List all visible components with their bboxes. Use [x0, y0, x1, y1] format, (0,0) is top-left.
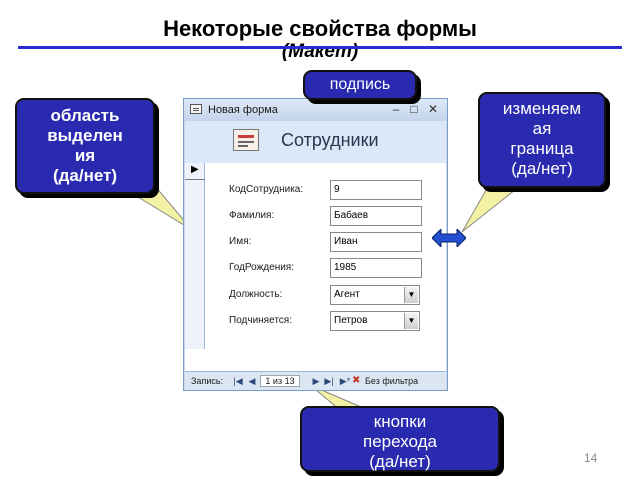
field-name-input[interactable]: Иван — [330, 232, 422, 252]
last-record-button[interactable]: ▶| — [324, 372, 334, 390]
callout-line: (да/нет) — [369, 452, 431, 471]
record-selector[interactable]: ▶ — [185, 163, 205, 349]
callout-resizable-border: изменяем ая граница (да/нет) — [478, 92, 606, 188]
first-record-button[interactable]: |◀ — [233, 372, 243, 390]
dropdown-arrow-icon[interactable]: ▼ — [404, 313, 418, 329]
callout-line: изменяем — [502, 99, 582, 118]
selector-divider — [185, 179, 205, 180]
resize-double-arrow-icon — [432, 229, 466, 247]
record-counter-input[interactable]: 1 из 13 — [260, 375, 300, 387]
form-caption: Сотрудники — [281, 130, 379, 150]
window-title: Новая форма — [208, 104, 278, 116]
field-birthyear-input[interactable]: 1985 — [330, 258, 422, 278]
callout-selection-area: область выделен ия (да/нет) — [15, 98, 155, 194]
callout-line: выделен — [47, 126, 123, 145]
field-label: ГодРождения: — [229, 262, 294, 273]
field-label: Фамилия: — [229, 210, 275, 221]
field-label: Имя: — [229, 236, 252, 247]
field-surname-input[interactable]: Бабаев — [330, 206, 422, 226]
filter-icon: ✖ — [352, 375, 361, 386]
page-number: 14 — [584, 451, 598, 465]
callout-line: граница — [510, 139, 574, 158]
prev-record-button[interactable]: ◀ — [247, 372, 257, 390]
next-record-button[interactable]: ▶ — [311, 372, 321, 390]
filter-toggle-button[interactable]: Без фильтра — [365, 372, 418, 390]
combo-value: Агент — [334, 289, 360, 300]
minimize-icon[interactable]: – — [389, 102, 403, 116]
callout-line: кнопки — [373, 412, 427, 431]
field-label: Должность: — [229, 289, 283, 300]
callout-line: подпись — [329, 76, 391, 93]
record-pointer-icon: ▶ — [191, 164, 199, 175]
callout-line: (да/нет) — [511, 159, 573, 178]
new-record-button[interactable]: ▶* — [338, 372, 352, 390]
record-navigation-bar: Запись: |◀ ◀ 1 из 13 ▶ ▶| ▶* ✖ Без фильт… — [185, 371, 446, 390]
callout-line: область — [50, 106, 120, 125]
callout-nav-buttons: кнопки перехода (да/нет) — [300, 406, 500, 472]
maximize-icon[interactable]: □ — [407, 102, 421, 116]
combo-value: Петров — [334, 315, 368, 326]
callout-caption: подпись — [303, 70, 417, 100]
form-icon — [190, 104, 202, 114]
callout-line: перехода — [363, 432, 437, 451]
callout-line: ая — [532, 119, 552, 138]
field-position-combo[interactable]: Агент ▼ — [330, 285, 420, 305]
form-header-icon — [233, 129, 259, 151]
field-label: Подчиняется: — [229, 315, 292, 326]
callout-line: (да/нет) — [52, 166, 118, 185]
field-manager-combo[interactable]: Петров ▼ — [330, 311, 420, 331]
window-titlebar[interactable]: Новая форма – □ ✕ — [184, 99, 447, 121]
form-body: ▶ КодСотрудника: 9 Фамилия: Бабаев Имя: … — [185, 163, 446, 371]
dropdown-arrow-icon[interactable]: ▼ — [404, 287, 418, 303]
field-label: КодСотрудника: — [229, 184, 304, 195]
nav-record-label: Запись: — [191, 376, 224, 386]
close-icon[interactable]: ✕ — [426, 102, 440, 116]
form-window[interactable]: Новая форма – □ ✕ Сотрудники ▶ КодСотруд… — [183, 98, 448, 391]
field-id-input[interactable]: 9 — [330, 180, 422, 200]
form-header: Сотрудники — [185, 121, 446, 164]
callout-line: ия — [74, 146, 96, 165]
